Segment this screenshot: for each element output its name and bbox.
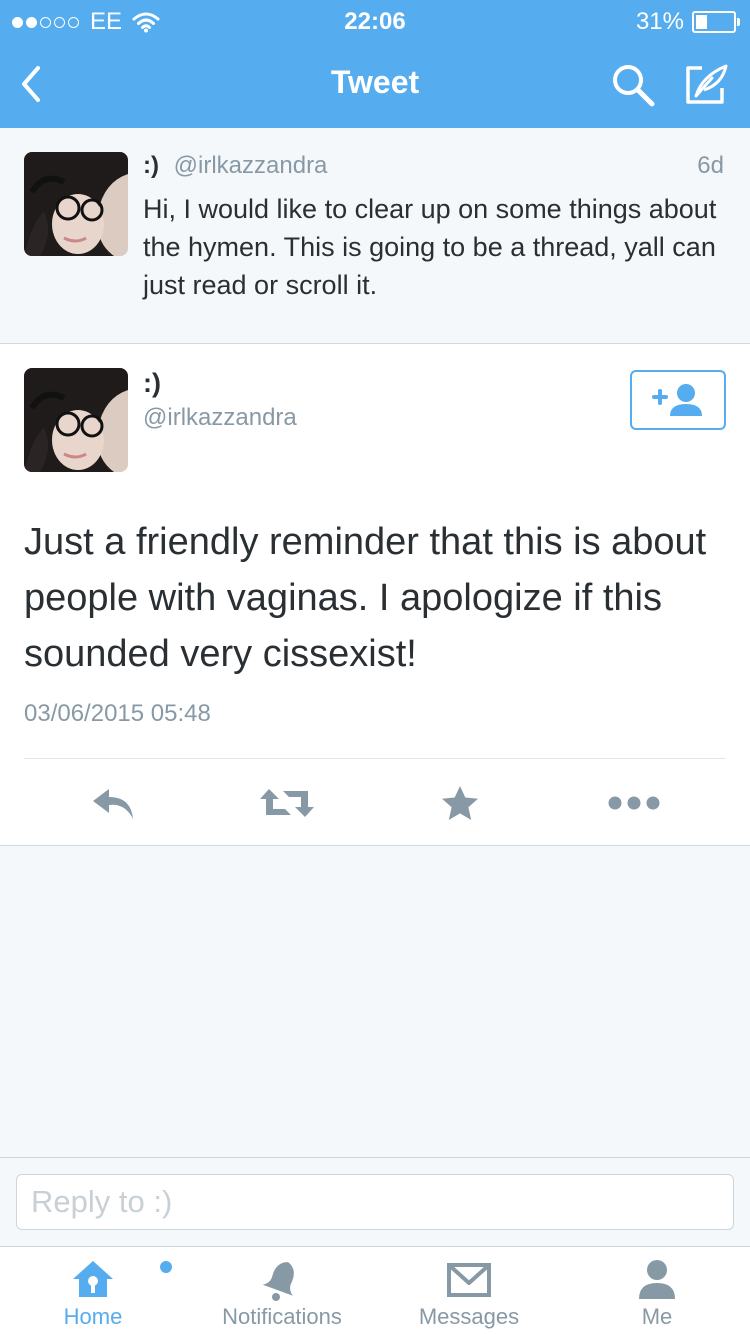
tab-notifications[interactable]: Notifications xyxy=(204,1247,360,1334)
compose-icon xyxy=(686,64,728,104)
tab-me[interactable]: Me xyxy=(612,1247,702,1334)
search-button[interactable] xyxy=(610,62,656,108)
reply-input[interactable] xyxy=(16,1174,734,1230)
tweet-actions xyxy=(0,759,750,845)
parent-tweet-text: Hi, I would like to clear up on some thi… xyxy=(143,194,717,300)
reply-icon xyxy=(93,789,133,819)
tab-bar: Home Notifications Messages Me xyxy=(0,1246,750,1334)
parent-tweet[interactable]: :) @irlkazzandra 6d Hi, I would like to … xyxy=(0,128,750,344)
nav-bar: Tweet xyxy=(0,40,750,128)
reply-button[interactable] xyxy=(88,781,138,825)
top-bar: EE 22:06 31% Tweet xyxy=(0,0,750,128)
avatar[interactable] xyxy=(24,152,128,256)
retweet-button[interactable] xyxy=(256,781,318,825)
tweet-body: Just a friendly reminder that this is ab… xyxy=(24,521,707,675)
search-icon xyxy=(613,65,655,107)
status-bar: EE 22:06 31% xyxy=(0,0,750,40)
tweet-timestamp: 03/06/2015 05:48 xyxy=(24,700,211,727)
battery-icon xyxy=(692,11,740,33)
tweet-age: 6d xyxy=(697,152,724,179)
tab-home[interactable]: Home xyxy=(40,1247,172,1334)
follow-button[interactable] xyxy=(630,370,726,430)
reply-composer xyxy=(0,1157,750,1246)
envelope-icon xyxy=(447,1263,491,1297)
new-content-dot xyxy=(160,1261,172,1273)
bell-icon xyxy=(262,1262,294,1301)
author-name[interactable]: :) xyxy=(143,368,161,399)
follow-plus-user-icon xyxy=(652,384,702,416)
author-handle[interactable]: @irlkazzandra xyxy=(143,404,297,432)
more-dots-icon xyxy=(608,796,660,810)
retweet-icon xyxy=(260,789,314,817)
author-handle[interactable]: @irlkazzandra xyxy=(174,152,328,179)
tab-label: Home xyxy=(63,1304,123,1329)
avatar[interactable] xyxy=(24,368,128,472)
favorite-star-icon xyxy=(442,786,478,820)
compose-button[interactable] xyxy=(682,62,730,108)
tab-label: Me xyxy=(641,1304,673,1329)
tab-messages[interactable]: Messages xyxy=(404,1247,534,1334)
tab-label: Notifications xyxy=(222,1304,342,1329)
parent-tweet-meta: :) @irlkazzandra xyxy=(143,152,327,180)
more-button[interactable] xyxy=(606,781,662,825)
author-name[interactable]: :) xyxy=(143,152,159,179)
person-icon xyxy=(639,1260,675,1299)
battery-percent: 31% xyxy=(635,8,684,35)
favorite-button[interactable] xyxy=(438,781,482,825)
battery-fill xyxy=(696,15,707,29)
tab-label: Messages xyxy=(418,1304,520,1329)
tweet-detail: :) @irlkazzandra Just a friendly reminde… xyxy=(0,344,750,846)
home-icon xyxy=(73,1261,113,1297)
status-right: 31% xyxy=(635,8,740,36)
